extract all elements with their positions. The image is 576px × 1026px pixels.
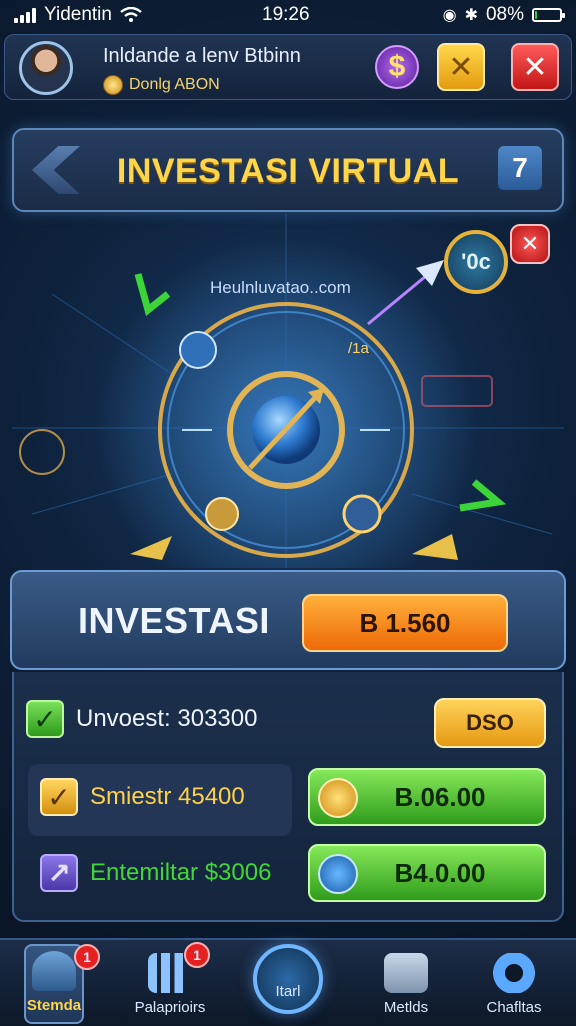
stat-row-invest-text: Unvoest: 303300 (76, 705, 258, 732)
notification-badge: 1 (184, 942, 210, 968)
entemiltar-value: B4.0.00 (394, 857, 486, 888)
website-text: Heulnluvatao..com (210, 278, 351, 297)
user-name: Inldande a lenv Btbinn (103, 45, 301, 67)
nav-label: Metlds (383, 999, 429, 1016)
invest-amount-button[interactable]: B 1.560 (302, 594, 508, 652)
stat-row-semester: ✓ Smiestr 45400 (40, 778, 245, 816)
dollar-icon: $ (388, 50, 406, 83)
battery-percent: 08% (485, 4, 524, 25)
tools-button[interactable]: ✕ (437, 43, 485, 91)
close-button[interactable]: ✕ (511, 43, 559, 91)
check-icon[interactable]: ✓ (40, 778, 78, 816)
hero-illustration: Heulnluvatao..com /1a '0c ✕ (12, 214, 564, 568)
invest-card: INVESTASI B 1.560 (10, 570, 566, 670)
signal-icon (14, 7, 36, 23)
semester-value-button[interactable]: B.06.00 (308, 768, 546, 826)
nav-item-chafltas[interactable]: Chafltas (464, 944, 564, 1024)
layers-icon (384, 953, 428, 993)
title-bar: INVESTASI VIRTUAL 7 (12, 128, 564, 212)
nav-item-itarl[interactable]: Itarl (248, 934, 328, 1022)
rate-badge[interactable]: '0c (444, 230, 508, 294)
nav-label: Chafltas (486, 999, 542, 1016)
status-right: ◉ ✱ 08% (442, 4, 565, 26)
avatar[interactable] (19, 41, 73, 95)
gear-icon (492, 953, 536, 993)
notification-badge: 1 (74, 944, 100, 970)
tools-icon: ✕ (448, 50, 474, 84)
coin-balance: Donlg ABON (103, 75, 220, 95)
chart-icon[interactable]: ↗ (40, 854, 78, 892)
invest-label: INVESTASI (78, 600, 270, 641)
stat-row-entemiltar-text: Entemiltar $3006 (90, 859, 272, 886)
hero-close-button[interactable]: ✕ (510, 224, 550, 264)
share-icon: 7 (512, 152, 528, 183)
coin-label: Donlg ABON (129, 76, 220, 93)
home-ring: Itarl (253, 944, 323, 1014)
stat-row-semester-text: Smiestr 45400 (90, 783, 245, 810)
semester-value: B.06.00 (394, 781, 486, 812)
clock: 19:26 (262, 4, 310, 25)
battery-fill (535, 11, 537, 19)
coin-icon (318, 778, 358, 818)
share-button[interactable]: 7 (498, 146, 542, 190)
wifi-icon (120, 7, 142, 22)
dso-button[interactable]: DSO (434, 698, 546, 748)
compass-label: /1a (348, 340, 369, 357)
carrier-name: Yidentin (44, 4, 112, 25)
profile-bar: Inldande a lenv Btbinn Donlg ABON $ ✕ ✕ (4, 34, 572, 100)
check-icon[interactable]: ✓ (26, 700, 64, 738)
nav-item-palaprioirs[interactable]: Palaprioirs 1 (120, 942, 220, 1024)
bluetooth-icon: ✱ (464, 7, 478, 24)
close-icon: ✕ (522, 50, 548, 84)
user-icon (32, 951, 76, 991)
nav-label: Itarl (275, 983, 301, 1000)
nav-label: Palaprioirs (134, 999, 206, 1016)
alarm-icon: ◉ (442, 7, 457, 24)
nav-item-metlds[interactable]: Metlds (356, 944, 456, 1024)
battery-icon (532, 8, 565, 22)
stat-row-entemiltar: ↗ Entemiltar $3006 (40, 854, 271, 892)
status-bar: Yidentin 19:26 ◉ ✱ 08% (0, 0, 576, 30)
page-title: INVESTASI VIRTUAL (116, 152, 460, 190)
stat-row-invest: ✓ Unvoest: 303300 (26, 700, 257, 738)
bottom-nav: Stemda 1 Palaprioirs 1 Itarl Metlds Chaf… (0, 938, 576, 1026)
bank-icon (318, 854, 358, 894)
entemiltar-value-button[interactable]: B4.0.00 (308, 844, 546, 902)
nav-label: Stemda (26, 997, 82, 1014)
close-icon: ✕ (520, 231, 540, 256)
status-left: Yidentin (14, 4, 142, 26)
nav-item-stemda[interactable]: Stemda 1 (24, 944, 100, 1024)
coin-icon (103, 75, 123, 95)
currency-button[interactable]: $ (375, 45, 419, 89)
